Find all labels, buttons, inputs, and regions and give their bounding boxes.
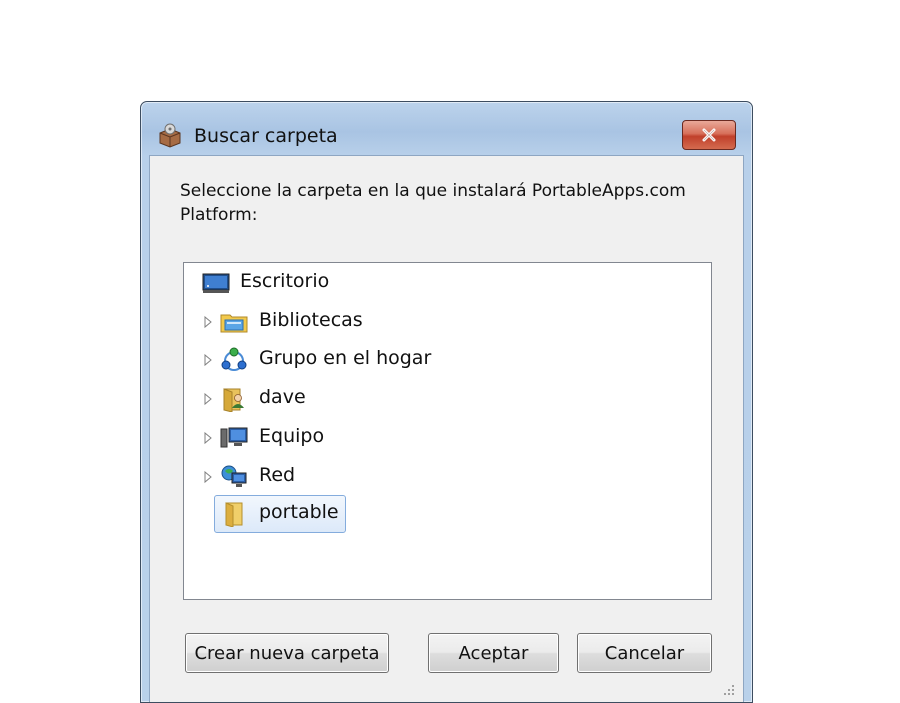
network-icon xyxy=(221,465,247,487)
libraries-icon xyxy=(220,314,248,333)
tree-item-grupo-en-el-hogar[interactable]: Grupo en el hogar xyxy=(184,344,684,376)
tree-item-bibliotecas[interactable]: Bibliotecas xyxy=(184,306,684,338)
folder-tree[interactable]: Escritorio Bibliotecas Grupo en el hogar… xyxy=(183,262,712,600)
tree-item-label: Bibliotecas xyxy=(259,309,363,331)
homegroup-icon xyxy=(221,347,247,371)
tree-item-label: portable xyxy=(259,501,339,523)
tree-item-label: dave xyxy=(259,386,306,408)
resize-grip-icon[interactable] xyxy=(721,682,735,696)
desktop-icon xyxy=(202,273,230,293)
title-bar[interactable]: Buscar carpeta xyxy=(141,102,752,154)
new-folder-button[interactable]: Crear nueva carpeta xyxy=(185,633,389,673)
tree-item-escritorio[interactable]: Escritorio xyxy=(184,267,684,299)
prompt-text: Seleccione la carpeta en la que instalar… xyxy=(180,181,686,225)
expand-arrow-icon[interactable] xyxy=(203,353,213,367)
tree-item-label: Escritorio xyxy=(240,270,330,292)
tree-item-label: Grupo en el hogar xyxy=(259,347,432,369)
tree-item-red[interactable]: Red xyxy=(184,461,684,493)
tree-item-dave[interactable]: dave xyxy=(184,383,684,415)
close-button[interactable] xyxy=(682,120,736,150)
expand-arrow-icon[interactable] xyxy=(203,315,213,329)
cancel-button[interactable]: Cancelar xyxy=(577,633,712,673)
computer-icon xyxy=(220,427,248,448)
tree-item-label: Equipo xyxy=(259,425,325,447)
installer-box-icon xyxy=(159,123,181,148)
browse-folder-dialog: Buscar carpeta Seleccione la carpeta en … xyxy=(140,101,753,703)
ok-button[interactable]: Aceptar xyxy=(428,633,559,673)
tree-item-label: Red xyxy=(259,464,296,486)
dialog-body: Seleccione la carpeta en la que instalar… xyxy=(149,155,744,702)
close-icon xyxy=(702,128,716,142)
tree-item-portable[interactable]: portable xyxy=(184,498,684,530)
folder-icon xyxy=(225,502,243,527)
tree-item-equipo[interactable]: Equipo xyxy=(184,422,684,454)
window-title: Buscar carpeta xyxy=(194,125,338,147)
user-folder-icon xyxy=(223,388,244,412)
expand-arrow-icon[interactable] xyxy=(203,392,213,406)
expand-arrow-icon[interactable] xyxy=(203,470,213,484)
expand-arrow-icon[interactable] xyxy=(203,431,213,445)
